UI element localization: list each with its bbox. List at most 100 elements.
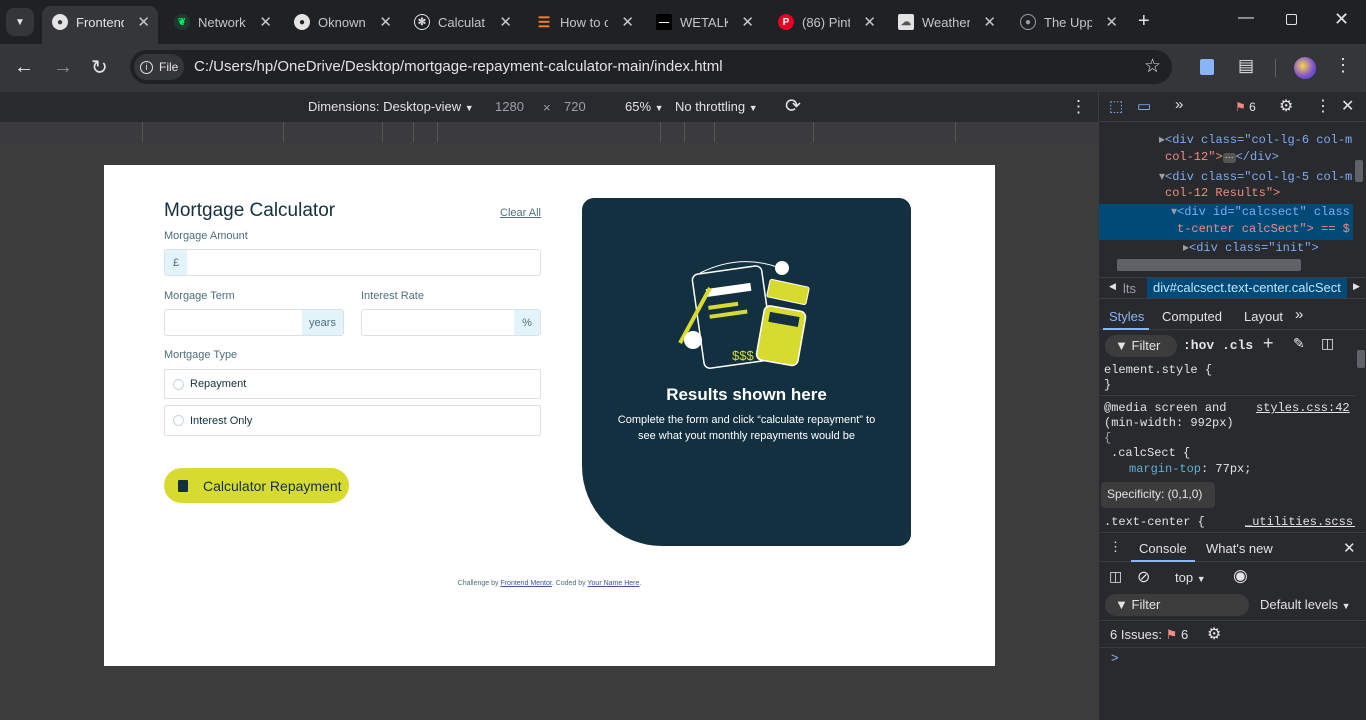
settings-gear-icon[interactable]: ⚙ [1279, 96, 1293, 116]
browser-tab-7[interactable]: ☁ Weather ✕ [898, 8, 996, 36]
throttle-select[interactable]: No throttling ▼ [675, 99, 758, 114]
width-input[interactable]: 1280 [495, 99, 524, 114]
device-toggle-icon[interactable]: ▭ [1137, 97, 1151, 115]
frontend-mentor-link[interactable]: Frontend Mentor [500, 580, 551, 587]
browser-tab-5[interactable]: — WETALK ✕ [656, 8, 754, 36]
bookmark-star-icon[interactable]: ☆ [1144, 55, 1161, 78]
console-sidebar-icon[interactable]: ◫ [1109, 568, 1122, 585]
more-tabs-icon[interactable]: » [1295, 306, 1303, 323]
context-select[interactable]: top ▼ [1175, 570, 1206, 585]
new-rule-icon[interactable]: + [1263, 333, 1274, 354]
dimensions-select[interactable]: Dimensions: Desktop-view ▼ [308, 99, 474, 114]
source-link[interactable]: _utilities.scss:74 [1245, 515, 1355, 529]
amount-field[interactable] [164, 249, 541, 276]
close-icon[interactable]: ✕ [379, 13, 392, 31]
tab-styles[interactable]: Styles [1109, 309, 1144, 324]
puzzle-icon[interactable]: ▤ [1238, 56, 1254, 76]
issues-link[interactable]: 6 Issues: ⚑ 6 [1110, 627, 1188, 643]
browser-tab-0[interactable]: ● Frontend ✕ [52, 8, 150, 36]
elements-vscrollbar[interactable] [1355, 160, 1363, 182]
browser-tab-4[interactable]: ☰ How to c ✕ [536, 8, 634, 36]
zoom-select[interactable]: 65% ▼ [625, 99, 664, 114]
close-devtools-icon[interactable]: ✕ [1341, 96, 1354, 116]
close-icon[interactable]: ✕ [983, 13, 996, 31]
tab-layout[interactable]: Layout [1244, 309, 1283, 324]
repayment-option[interactable]: Repayment [164, 369, 541, 399]
close-icon[interactable]: ✕ [259, 13, 272, 31]
styles-filter-input[interactable]: ▼ Filter [1105, 335, 1177, 357]
hov-toggle[interactable]: :hov [1183, 338, 1214, 353]
media-query-ruler[interactable] [0, 122, 1098, 142]
breadcrumb-current[interactable]: div#calcsect.text-center.calcSect [1147, 278, 1347, 298]
dom-node[interactable]: ▸<div class="col-lg-6 col-m [1159, 132, 1352, 147]
dom-node[interactable]: ▸<div class="init"> [1183, 240, 1319, 255]
css-declaration[interactable]: margin-top: 77px; [1129, 462, 1251, 476]
cls-toggle[interactable]: .cls [1222, 338, 1253, 353]
css-selector[interactable]: .text-center { [1104, 515, 1205, 529]
ellipsis-badge[interactable]: ⋯ [1222, 153, 1236, 163]
inspect-icon[interactable]: ⬚ [1109, 97, 1123, 115]
drawer-menu-icon[interactable]: ⋮ [1109, 539, 1122, 555]
minimize-button[interactable]: — [1238, 9, 1254, 27]
browser-tab-1[interactable]: ❦ Network ✕ [174, 8, 272, 36]
close-icon[interactable]: ✕ [1105, 13, 1118, 31]
new-tab-button[interactable]: + [1138, 10, 1150, 33]
extension-icon[interactable] [1200, 59, 1214, 75]
more-options-icon[interactable]: ⋮ [1070, 97, 1087, 117]
eye-icon[interactable]: ◉ [1233, 566, 1248, 586]
dom-node[interactable]: t-center calcSect"> == $ [1177, 222, 1350, 236]
reload-button[interactable]: ↻ [91, 55, 108, 80]
close-icon[interactable]: ✕ [863, 13, 876, 31]
dom-node[interactable]: ▾<div id="calcsect" class [1171, 204, 1350, 219]
tab-search-button[interactable]: ▼ [6, 8, 34, 36]
more-tabs-icon[interactable]: » [1175, 96, 1183, 113]
back-button[interactable]: ← [14, 56, 34, 79]
close-icon[interactable]: ✕ [137, 13, 150, 31]
clear-console-icon[interactable]: ⊘ [1137, 567, 1150, 587]
dom-node[interactable]: ▾<div class="col-lg-5 col-m [1159, 169, 1352, 184]
close-icon[interactable]: ✕ [741, 13, 754, 31]
tab-whats-new[interactable]: What's new [1206, 541, 1273, 556]
menu-icon[interactable]: ⋮ [1334, 55, 1352, 76]
elements-hscrollbar[interactable] [1117, 259, 1301, 271]
issues-badge[interactable]: ⚑ 6 [1235, 100, 1256, 114]
browser-tab-8[interactable]: ● The Upp ✕ [1020, 8, 1118, 36]
calculate-button[interactable]: Calculator Repayment [164, 468, 349, 503]
element-style-rule[interactable]: element.style { [1104, 363, 1212, 377]
radio-button[interactable] [173, 415, 184, 426]
breadcrumb-prev[interactable]: lts [1123, 281, 1136, 296]
settings-gear-icon[interactable]: ⚙ [1207, 624, 1221, 644]
author-link[interactable]: Your Name Here [588, 580, 640, 587]
rotate-icon[interactable]: ⟳ [785, 95, 801, 118]
close-drawer-icon[interactable]: ✕ [1343, 539, 1356, 557]
close-window-button[interactable]: ✕ [1334, 9, 1349, 30]
devtools-menu-icon[interactable]: ⋮ [1315, 96, 1331, 116]
close-icon[interactable]: ✕ [499, 13, 512, 31]
url-text[interactable]: C:/Users/hp/OneDrive/Desktop/mortgage-re… [194, 58, 723, 75]
breadcrumb-next-icon[interactable]: ▶ [1353, 281, 1360, 292]
source-link[interactable]: styles.css:42 [1256, 401, 1350, 415]
restore-button[interactable] [1286, 14, 1297, 25]
log-levels-select[interactable]: Default levels ▼ [1260, 597, 1351, 612]
profile-avatar[interactable] [1294, 57, 1316, 79]
breadcrumb-prev-icon[interactable]: ◀ [1109, 281, 1116, 292]
sidebar-toggle-icon[interactable]: ◫ [1321, 335, 1334, 352]
dom-node[interactable]: col-12 Results"> [1165, 186, 1280, 200]
console-filter-input[interactable]: ▼ Filter [1105, 594, 1249, 616]
paint-icon[interactable]: ✎ [1293, 335, 1305, 352]
tab-computed[interactable]: Computed [1162, 309, 1222, 324]
browser-tab-3[interactable]: ✻ Calculat ✕ [414, 8, 512, 36]
css-selector[interactable]: .calcSect { [1111, 446, 1190, 460]
tab-console[interactable]: Console [1139, 541, 1187, 556]
address-bar[interactable]: i File C:/Users/hp/OneDrive/Desktop/mort… [130, 50, 1172, 84]
radio-button[interactable] [173, 378, 184, 390]
console-prompt[interactable]: > [1111, 650, 1119, 665]
browser-tab-6[interactable]: P (86) Pint ✕ [778, 8, 876, 36]
height-input[interactable]: 720 [564, 99, 586, 114]
clear-all-link[interactable]: Clear All [500, 207, 541, 219]
close-icon[interactable]: ✕ [621, 13, 634, 31]
interest-only-option[interactable]: Interest Only [164, 405, 541, 436]
dom-node[interactable]: col-12"> ⋯ </div> [1165, 150, 1279, 164]
forward-button[interactable]: → [53, 56, 73, 79]
browser-tab-2[interactable]: ● Oknown ✕ [294, 8, 392, 36]
